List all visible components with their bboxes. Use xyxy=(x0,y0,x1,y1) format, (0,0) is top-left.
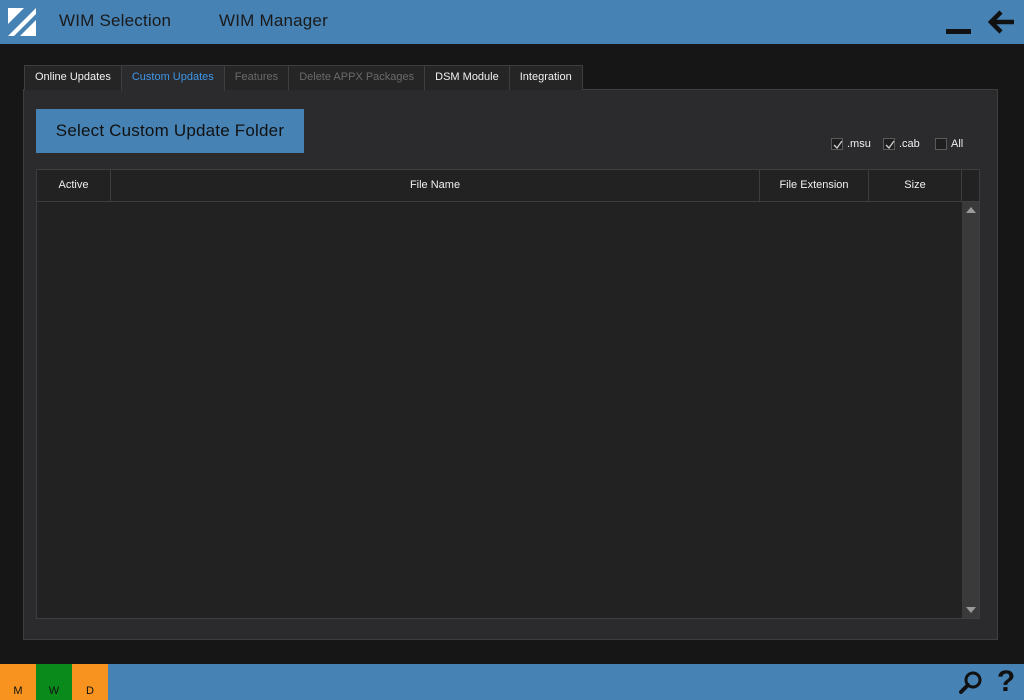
checkbox-box[interactable] xyxy=(883,138,895,150)
status-badge-m: M xyxy=(0,664,36,700)
filter-all-checkbox[interactable]: All xyxy=(935,137,963,151)
filter-msu-label: .msu xyxy=(847,138,871,150)
status-badge-d: D xyxy=(72,664,108,700)
check-icon xyxy=(885,140,895,150)
filter-msu-checkbox[interactable]: .msu xyxy=(831,137,871,151)
tab-delete-appx-packages: Delete APPX Packages xyxy=(288,65,426,90)
tab-integration[interactable]: Integration xyxy=(508,65,583,90)
tab-features: Features xyxy=(223,65,290,90)
filter-cab-checkbox[interactable]: .cab xyxy=(883,137,920,151)
minimize-icon[interactable] xyxy=(944,12,972,36)
tab-strip: Online Updates Custom Updates Features D… xyxy=(24,65,583,91)
filter-cab-label: .cab xyxy=(899,138,920,150)
check-icon xyxy=(833,140,843,150)
search-icon[interactable] xyxy=(958,670,984,696)
app-logo-icon xyxy=(6,6,38,38)
column-header-size[interactable]: Size xyxy=(869,170,962,201)
tab-dsm-module[interactable]: DSM Module xyxy=(424,65,510,90)
scroll-up-icon[interactable] xyxy=(966,207,976,213)
column-header-spacer xyxy=(962,170,979,201)
help-icon[interactable]: ? xyxy=(993,664,1019,700)
grid-vertical-scrollbar[interactable] xyxy=(962,202,979,618)
back-arrow-icon[interactable] xyxy=(986,8,1016,36)
grid-header: Active File Name File Extension Size xyxy=(37,170,979,202)
checkbox-box[interactable] xyxy=(831,138,843,150)
nav-wim-selection[interactable]: WIM Selection xyxy=(59,11,171,31)
app-window: WIM Selection WIM Manager Online Updates… xyxy=(0,0,1024,700)
tab-online-updates[interactable]: Online Updates xyxy=(24,65,122,90)
updates-grid[interactable]: Active File Name File Extension Size xyxy=(36,169,980,619)
column-header-active[interactable]: Active xyxy=(37,170,111,201)
tab-custom-updates[interactable]: Custom Updates xyxy=(120,65,225,91)
scroll-down-icon[interactable] xyxy=(966,607,976,613)
column-header-file-name[interactable]: File Name xyxy=(111,170,760,201)
filter-all-label: All xyxy=(951,138,964,150)
select-custom-update-folder-button[interactable]: Select Custom Update Folder xyxy=(36,109,304,153)
bottom-bar: M W D xyxy=(0,664,1024,700)
top-bar: WIM Selection WIM Manager xyxy=(0,0,1024,44)
checkbox-box[interactable] xyxy=(935,138,947,150)
column-header-file-extension[interactable]: File Extension xyxy=(760,170,869,201)
status-badge-w: W xyxy=(36,664,72,700)
nav-wim-manager[interactable]: WIM Manager xyxy=(219,11,328,31)
